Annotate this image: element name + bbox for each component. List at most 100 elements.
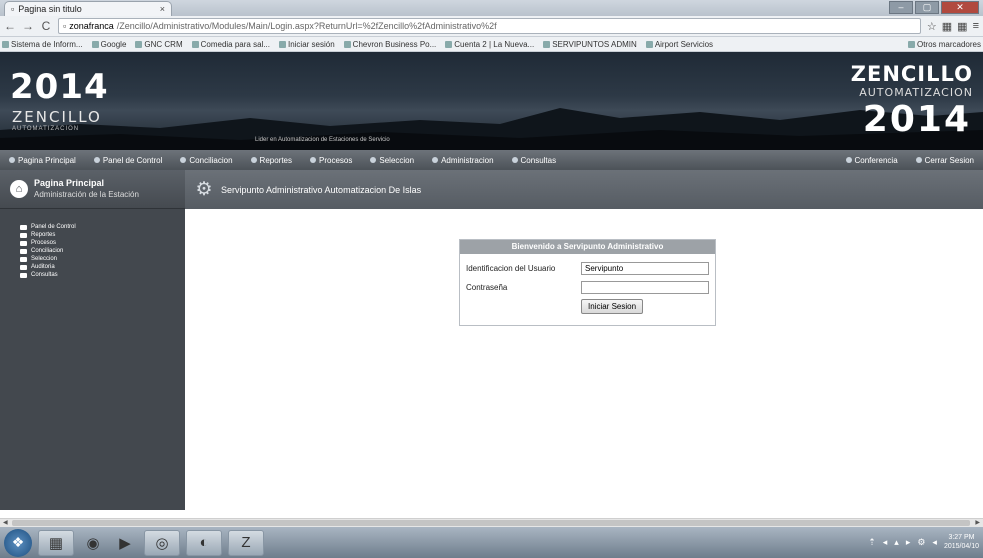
taskbar-app-chrome[interactable]: ◎ bbox=[144, 529, 180, 556]
bullet-icon bbox=[20, 248, 27, 254]
clock-date: 2015/04/10 bbox=[943, 542, 979, 550]
nav-item-logout[interactable]: Cerrar Sesion bbox=[907, 156, 983, 165]
nav-item[interactable]: Administracion bbox=[423, 156, 502, 165]
bookmark-icon bbox=[543, 40, 551, 48]
login-actions: Iniciar Sesion bbox=[460, 297, 715, 314]
minimize-button[interactable]: – bbox=[889, 1, 913, 14]
nav-icon bbox=[370, 157, 377, 163]
tagline: Lider en Automatizacion de Estaciones de… bbox=[255, 137, 390, 143]
tray-icon[interactable]: ▸ bbox=[906, 537, 911, 548]
scroll-thumb[interactable] bbox=[12, 520, 970, 526]
bookmark-item[interactable]: Cuenta 2 | La Nueva... bbox=[445, 40, 534, 49]
sidebar-title: Pagina Principal Administración de la Es… bbox=[34, 177, 139, 199]
bookmark-icon bbox=[645, 40, 653, 48]
volume-icon[interactable]: ◂ bbox=[932, 537, 937, 548]
menu-icon[interactable]: ≡ bbox=[973, 20, 979, 33]
nav-item-conferencia[interactable]: Conferencia bbox=[837, 156, 907, 165]
reload-button[interactable]: C bbox=[40, 19, 52, 33]
sidebar-item[interactable]: Conciliacion bbox=[20, 247, 177, 255]
login-button[interactable]: Iniciar Sesion bbox=[581, 299, 644, 314]
nav-icon bbox=[180, 157, 187, 163]
sidebar-header[interactable]: ⌂ Pagina Principal Administración de la … bbox=[0, 170, 185, 209]
login-panel: Bienvenido a Servipunto Administrativo I… bbox=[459, 239, 716, 326]
tray-icon[interactable]: ◂ bbox=[883, 537, 888, 548]
sidebar-item[interactable]: Seleccion bbox=[20, 255, 177, 263]
username-input[interactable] bbox=[581, 262, 709, 275]
bookmark-item[interactable]: GNC CRM bbox=[135, 40, 183, 49]
nav-icon bbox=[432, 157, 439, 163]
nav-item[interactable]: Pagina Principal bbox=[0, 156, 85, 165]
bookmark-item[interactable]: Sistema de Inform... bbox=[2, 40, 83, 49]
nav-icon bbox=[9, 157, 15, 163]
sidebar-item[interactable]: Consultas bbox=[20, 271, 177, 279]
password-input[interactable] bbox=[581, 281, 709, 294]
scroll-right-icon[interactable]: ▶ bbox=[975, 519, 980, 526]
bookmark-item[interactable]: Airport Servicios bbox=[645, 40, 713, 49]
logout-icon bbox=[915, 157, 922, 163]
bookmark-icon bbox=[135, 40, 143, 48]
tray-icon[interactable]: ⇡ bbox=[868, 537, 876, 548]
bookmark-star-icon[interactable]: ☆ bbox=[927, 20, 937, 33]
clock[interactable]: 3:27 PM 2015/04/10 bbox=[944, 534, 979, 551]
taskbar-app-explorer[interactable]: ▦ bbox=[38, 529, 74, 556]
extension-icon[interactable]: ▦ bbox=[942, 20, 952, 33]
nav-item[interactable]: Reportes bbox=[242, 156, 301, 165]
system-tray: ⇡ ◂ ▴ ▸ ⚙ ◂ 3:27 PM 2015/04/10 bbox=[868, 534, 979, 551]
bullet-icon bbox=[20, 224, 27, 230]
taskbar-app-zencillo[interactable]: Z bbox=[228, 529, 264, 556]
maximize-button[interactable]: ▢ bbox=[915, 1, 939, 14]
sidebar-item[interactable]: Auditoria bbox=[20, 263, 177, 271]
nav-item[interactable]: Conciliacion bbox=[171, 156, 241, 165]
taskbar-app-ie[interactable]: ◉ bbox=[80, 530, 106, 556]
other-bookmarks[interactable]: Otros marcadores bbox=[907, 40, 981, 49]
gear-icon: ⚙ bbox=[195, 179, 213, 200]
nav-item[interactable]: Consultas bbox=[503, 156, 566, 165]
forward-button[interactable]: → bbox=[22, 19, 34, 33]
url-path: /Zencillo/Administrativo/Modules/Main/Lo… bbox=[116, 21, 497, 31]
tray-icon[interactable]: ▴ bbox=[894, 537, 899, 548]
bookmark-item[interactable]: SERVIPUNTOS ADMIN bbox=[543, 40, 637, 49]
nav-icon bbox=[310, 157, 317, 163]
sidebar-item[interactable]: Reportes bbox=[20, 231, 177, 239]
bookmark-item[interactable]: Chevron Business Po... bbox=[343, 40, 436, 49]
start-button[interactable]: ❖ bbox=[4, 528, 32, 557]
page-title: Servipunto Administrativo Automatizacion… bbox=[221, 184, 422, 195]
bookmark-icon bbox=[2, 40, 9, 48]
nav-icon bbox=[511, 157, 518, 163]
bookmarks-bar: Sistema de Inform... Google GNC CRM Come… bbox=[0, 37, 983, 52]
bookmark-item[interactable]: Comedia para sal... bbox=[191, 40, 270, 49]
bullet-icon bbox=[20, 256, 27, 262]
bookmark-item[interactable]: Google bbox=[91, 40, 126, 49]
bookmark-icon bbox=[91, 40, 99, 48]
sidebar-item[interactable]: Panel de Control bbox=[20, 223, 177, 231]
username-row: Identificacion del Usuario bbox=[460, 259, 715, 278]
clock-time: 3:27 PM bbox=[948, 534, 975, 542]
login-title: Bienvenido a Servipunto Administrativo bbox=[460, 240, 715, 254]
sidebar-subtitle: Administración de la Estación bbox=[34, 189, 139, 199]
sidebar-item[interactable]: Procesos bbox=[20, 239, 177, 247]
browser-tab[interactable]: ▫ Pagina sin titulo × bbox=[4, 1, 172, 16]
username-label: Identificacion del Usuario bbox=[466, 264, 556, 273]
site-banner: 2014 ZENCILLO AUTOMATIZACION Lider en Au… bbox=[0, 52, 983, 150]
scroll-left-icon[interactable]: ◀ bbox=[3, 519, 8, 526]
url-domain: zonafranca bbox=[69, 21, 114, 31]
brand-subtitle-right: AUTOMATIZACION bbox=[859, 86, 973, 99]
extension-icon[interactable]: ▦ bbox=[957, 20, 967, 33]
nav-item[interactable]: Procesos bbox=[301, 156, 361, 165]
tray-icon[interactable]: ⚙ bbox=[917, 537, 925, 548]
taskbar-app-media[interactable]: ▶ bbox=[112, 530, 138, 556]
nav-item[interactable]: Seleccion bbox=[361, 156, 423, 165]
tab-close-icon[interactable]: × bbox=[160, 4, 165, 14]
horizontal-scrollbar[interactable]: ◀ ▶ bbox=[0, 518, 983, 527]
bookmark-icon bbox=[343, 40, 351, 48]
close-window-button[interactable]: ✕ bbox=[941, 1, 979, 14]
browser-tabstrip: ▫ Pagina sin titulo × – ▢ ✕ bbox=[0, 0, 983, 16]
window-controls: – ▢ ✕ bbox=[889, 1, 979, 14]
address-bar[interactable]: ▫ zonafranca /Zencillo/Administrativo/Mo… bbox=[58, 18, 921, 34]
taskbar-app-firefox[interactable]: ◐ bbox=[186, 529, 222, 556]
back-button[interactable]: ← bbox=[4, 19, 16, 33]
bookmark-item[interactable]: Iniciar sesión bbox=[278, 40, 335, 49]
main-nav: Pagina Principal Panel de Control Concil… bbox=[0, 150, 983, 170]
nav-item[interactable]: Panel de Control bbox=[85, 156, 172, 165]
password-label: Contraseña bbox=[466, 283, 508, 292]
